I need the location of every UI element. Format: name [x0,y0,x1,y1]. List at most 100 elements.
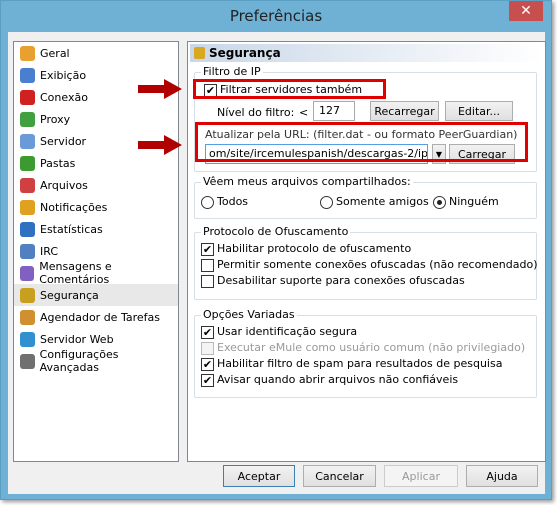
misc-option-checkbox[interactable]: Executar eMule como usuário comum (não p… [201,341,525,355]
sidebar-item-label: Conexão [40,90,88,104]
sidebar-item-servidor-web[interactable]: Servidor Web [14,328,178,350]
obfuscation-legend: Protocolo de Ofuscamento [201,225,351,238]
ok-button[interactable]: Aceptar [223,465,295,487]
radio-todos[interactable]: Todos [201,195,248,209]
arrow-icon [138,135,182,155]
shared-visibility-group: Vêem meus arquivos compartilhados: Todos… [194,175,537,219]
misc-option-checkbox[interactable]: ✔ Usar identificação segura [201,325,357,339]
panel-title: Segurança [209,46,281,60]
category-icon [20,177,35,193]
category-list[interactable]: Geral Exibição Conexão Proxy Servidor Pastas A… [13,41,179,462]
sidebar-item-estat-sticas[interactable]: Estatísticas [14,218,178,240]
preferences-window: Preferências ✕ Geral Exibição Conexão Proxy… [0,0,552,500]
checkbox-label: Executar eMule como usuário comum (não p… [217,341,526,354]
checkbox[interactable]: ✔ [201,373,214,387]
lock-icon [194,47,205,59]
category-icon [20,309,35,325]
filter-level-input[interactable]: 127 [313,101,355,121]
filter-level-value: 127 [319,104,340,117]
checkbox[interactable] [201,341,214,355]
arrow-icon [138,79,182,99]
edit-button[interactable]: Editar... [445,101,513,121]
reload-button[interactable]: Recarregar [370,101,439,121]
checkbox[interactable] [201,258,214,272]
sidebar-item-label: Arquivos [40,178,88,192]
sidebar-item-label: Pastas [40,156,76,170]
sidebar-item-label: Servidor [40,134,87,148]
checkbox[interactable]: ✔ [201,242,214,256]
category-icon [20,89,35,105]
radio-label: Somente amigos [336,195,429,208]
radio-somente-amigos[interactable]: Somente amigos [320,195,429,209]
obfuscation-option-checkbox[interactable]: ✔ Habilitar protocolo de ofuscamento [201,242,411,256]
ip-filter-legend: Filtro de IP [201,65,263,78]
misc-option-checkbox[interactable]: ✔ Habilitar filtro de spam para resultado… [201,357,502,371]
sidebar-item-irc[interactable]: IRC [14,240,178,262]
shared-legend: Vêem meus arquivos compartilhados: [201,175,413,188]
category-icon [20,155,35,171]
category-icon [20,199,35,215]
highlight-box-filter-servers [193,79,386,99]
checkbox-label: Habilitar filtro de spam para resultados… [217,357,503,370]
checkbox[interactable]: ✔ [201,325,214,339]
apply-button[interactable]: Aplicar [384,465,458,487]
category-icon [20,111,35,127]
radio-label: Ninguém [449,195,499,208]
sidebar-item-label: Proxy [40,112,71,126]
panel-header: Segurança [190,44,543,62]
filter-level-operator: < [299,106,309,119]
sidebar-item-agendador-de-tarefas[interactable]: Agendador de Tarefas [14,306,178,328]
category-icon [20,331,35,347]
sidebar-item-configura-es-avan-adas[interactable]: Configurações Avançadas [14,348,178,374]
category-icon [20,133,35,149]
checkbox-label: Desabilitar suporte para conexões ofusca… [217,274,465,287]
checkbox-label: Permitir somente conexões ofuscadas (não… [217,258,538,271]
sidebar-item-geral[interactable]: Geral [14,42,178,64]
misc-option-checkbox[interactable]: ✔ Avisar quando abrir arquivos não confiá… [201,373,458,387]
sidebar-item-label: Notificações [40,200,108,214]
sidebar-item-label: Estatísticas [40,222,103,236]
sidebar-item-label: Geral [40,46,70,60]
radio[interactable] [201,195,214,209]
checkbox-label: Usar identificação segura [217,325,358,338]
sidebar-item-label: Segurança [40,288,99,302]
checkbox[interactable]: ✔ [201,357,214,371]
dialog-client: Geral Exibição Conexão Proxy Servidor Pastas A… [8,32,546,494]
sidebar-item-label: Mensagens e Comentários [39,260,112,286]
radio-ninguem[interactable]: Ninguém [433,195,499,209]
window-title: Preferências [229,7,323,25]
obfuscation-group: Protocolo de Ofuscamento ✔ Habilitar prot… [194,225,538,300]
radio-label: Todos [217,195,249,208]
checkbox[interactable] [201,274,214,288]
obfuscation-option-checkbox[interactable]: Desabilitar suporte para conexões ofusca… [201,274,465,288]
misc-options-group: Opções Variadas ✔ Usar identificação segu… [194,308,537,398]
sidebar-item-mensagens-e-coment-rios[interactable]: Mensagens e Comentários [14,260,178,286]
sidebar-item-seguran-a[interactable]: Segurança [14,284,178,306]
radio[interactable] [320,195,333,209]
sidebar-item-label: Exibição [40,68,87,82]
sidebar-item-notifica-es[interactable]: Notificações [14,196,178,218]
category-icon [20,243,35,259]
filter-level-label: Nível do filtro: [217,106,295,119]
category-icon [20,67,35,83]
checkbox-label: Habilitar protocolo de ofuscamento [217,242,412,255]
sidebar-item-proxy[interactable]: Proxy [14,108,178,130]
sidebar-item-arquivos[interactable]: Arquivos [14,174,178,196]
sidebar-item-label: IRC [40,244,59,258]
sidebar-item-label: Servidor Web [40,332,114,346]
category-icon [20,221,35,237]
help-button[interactable]: Ajuda [466,465,538,487]
highlight-box-url [195,122,528,162]
sidebar-item-label: Agendador de Tarefas [40,310,160,324]
category-icon [20,45,35,61]
security-panel: Segurança Filtro de IP ✔ Filtrar servidor… [187,41,546,462]
close-button[interactable]: ✕ [509,1,543,21]
category-icon [20,287,35,303]
cancel-button[interactable]: Cancelar [303,465,376,487]
category-icon [20,265,35,281]
category-icon [20,353,35,369]
radio[interactable] [433,195,446,209]
misc-legend: Opções Variadas [201,308,297,321]
obfuscation-option-checkbox[interactable]: Permitir somente conexões ofuscadas (não… [201,258,538,272]
sidebar-item-pastas[interactable]: Pastas [14,152,178,174]
